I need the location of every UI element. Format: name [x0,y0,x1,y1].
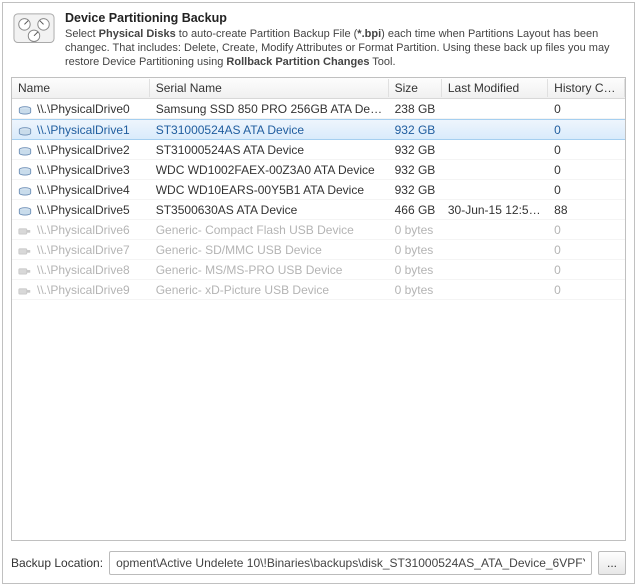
drive-history: 0 [548,161,625,179]
backup-location-input[interactable] [109,551,592,575]
drive-list: Name Serial Name Size Last Modified Hist… [11,77,626,541]
col-serial[interactable]: Serial Name [150,79,389,97]
drive-modified [442,268,548,272]
drive-modified [442,107,548,111]
header: Device Partitioning Backup Select Physic… [3,3,634,75]
table-row[interactable]: \\.\PhysicalDrive2 ST31000524AS ATA Devic… [12,140,625,160]
column-headers: Name Serial Name Size Last Modified Hist… [12,78,625,99]
hdd-icon [18,145,32,155]
usb-icon [18,285,32,295]
drive-name: \\.\PhysicalDrive7 [37,243,130,257]
desc-text: Select [65,28,99,40]
table-row[interactable]: \\.\PhysicalDrive1 ST31000524AS ATA Devic… [12,119,625,140]
col-size[interactable]: Size [389,79,442,97]
desc-bold: Physical Disks [99,28,176,40]
drive-size: 0 bytes [389,221,442,239]
drive-history: 88 [548,201,625,219]
drive-serial: WDC WD1002FAEX-00Z3A0 ATA Device [150,161,389,179]
drive-size: 466 GB [389,201,442,219]
drive-name: \\.\PhysicalDrive5 [37,203,130,217]
drive-modified [442,288,548,292]
drive-history: 0 [548,181,625,199]
hdd-icon [18,104,32,114]
drive-modified [442,228,548,232]
drive-history: 0 [548,141,625,159]
table-row[interactable]: \\.\PhysicalDrive3 WDC WD1002FAEX-00Z3A0 … [12,160,625,180]
backup-location-label: Backup Location: [11,556,103,570]
hdd-icon [18,185,32,195]
drive-modified [442,128,548,132]
drive-serial: Generic- xD-Picture USB Device [150,281,389,299]
drive-serial: ST31000524AS ATA Device [150,121,389,139]
drive-size: 932 GB [389,141,442,159]
drive-serial: Generic- Compact Flash USB Device [150,221,389,239]
header-text: Device Partitioning Backup Select Physic… [65,11,624,69]
desc-bold: *.bpi [357,28,381,40]
drive-size: 238 GB [389,100,442,118]
drive-modified [442,188,548,192]
drive-size: 932 GB [389,161,442,179]
drive-name: \\.\PhysicalDrive3 [37,163,130,177]
table-row[interactable]: \\.\PhysicalDrive0 Samsung SSD 850 PRO 25… [12,99,625,119]
hdd-icon [18,205,32,215]
col-name[interactable]: Name [12,79,150,97]
drive-modified: 30-Jun-15 12:56:59 [442,201,548,219]
drive-modified [442,148,548,152]
table-row[interactable]: \\.\PhysicalDrive4 WDC WD10EARS-00Y5B1 AT… [12,180,625,200]
usb-icon [18,265,32,275]
drive-serial: ST31000524AS ATA Device [150,141,389,159]
page-desc: Select Physical Disks to auto-create Par… [65,27,624,69]
table-row[interactable]: \\.\PhysicalDrive9 Generic- xD-Picture US… [12,280,625,300]
col-history[interactable]: History Count [548,79,625,97]
usb-icon [18,225,32,235]
drive-modified [442,248,548,252]
drive-serial: ST3500630AS ATA Device [150,201,389,219]
drive-size: 0 bytes [389,281,442,299]
drive-name: \\.\PhysicalDrive2 [37,143,130,157]
drive-serial: Generic- MS/MS-PRO USB Device [150,261,389,279]
drive-history: 0 [548,261,625,279]
desc-text: Tool. [369,56,395,68]
drive-serial: Samsung SSD 850 PRO 256GB ATA Device [150,100,389,118]
desc-text: to auto-create Partition Backup File ( [176,28,358,40]
dialog: Device Partitioning Backup Select Physic… [2,2,635,584]
drive-size: 932 GB [389,121,442,139]
drive-name: \\.\PhysicalDrive1 [37,123,130,137]
drive-size: 0 bytes [389,261,442,279]
gauges-icon [13,11,55,47]
usb-icon [18,245,32,255]
list-body[interactable]: \\.\PhysicalDrive0 Samsung SSD 850 PRO 25… [12,99,625,540]
hdd-icon [18,125,32,135]
drive-history: 0 [548,100,625,118]
page-title: Device Partitioning Backup [65,11,624,25]
drive-name: \\.\PhysicalDrive9 [37,283,130,297]
table-row[interactable]: \\.\PhysicalDrive5 ST3500630AS ATA Device… [12,200,625,220]
drive-name: \\.\PhysicalDrive0 [37,102,130,116]
drive-history: 0 [548,121,625,139]
drive-size: 932 GB [389,181,442,199]
drive-modified [442,168,548,172]
col-modified[interactable]: Last Modified [442,79,548,97]
drive-history: 0 [548,241,625,259]
table-row[interactable]: \\.\PhysicalDrive7 Generic- SD/MMC USB De… [12,240,625,260]
browse-label: ... [607,556,617,570]
drive-history: 0 [548,281,625,299]
drive-size: 0 bytes [389,241,442,259]
drive-history: 0 [548,221,625,239]
footer: Backup Location: ... [3,545,634,583]
table-row[interactable]: \\.\PhysicalDrive8 Generic- MS/MS-PRO USB… [12,260,625,280]
drive-name: \\.\PhysicalDrive6 [37,223,130,237]
drive-name: \\.\PhysicalDrive8 [37,263,130,277]
hdd-icon [18,165,32,175]
drive-serial: Generic- SD/MMC USB Device [150,241,389,259]
table-row[interactable]: \\.\PhysicalDrive6 Generic- Compact Flash… [12,220,625,240]
drive-serial: WDC WD10EARS-00Y5B1 ATA Device [150,181,389,199]
drive-name: \\.\PhysicalDrive4 [37,183,130,197]
desc-bold: Rollback Partition Changes [226,56,369,68]
browse-button[interactable]: ... [598,551,626,575]
